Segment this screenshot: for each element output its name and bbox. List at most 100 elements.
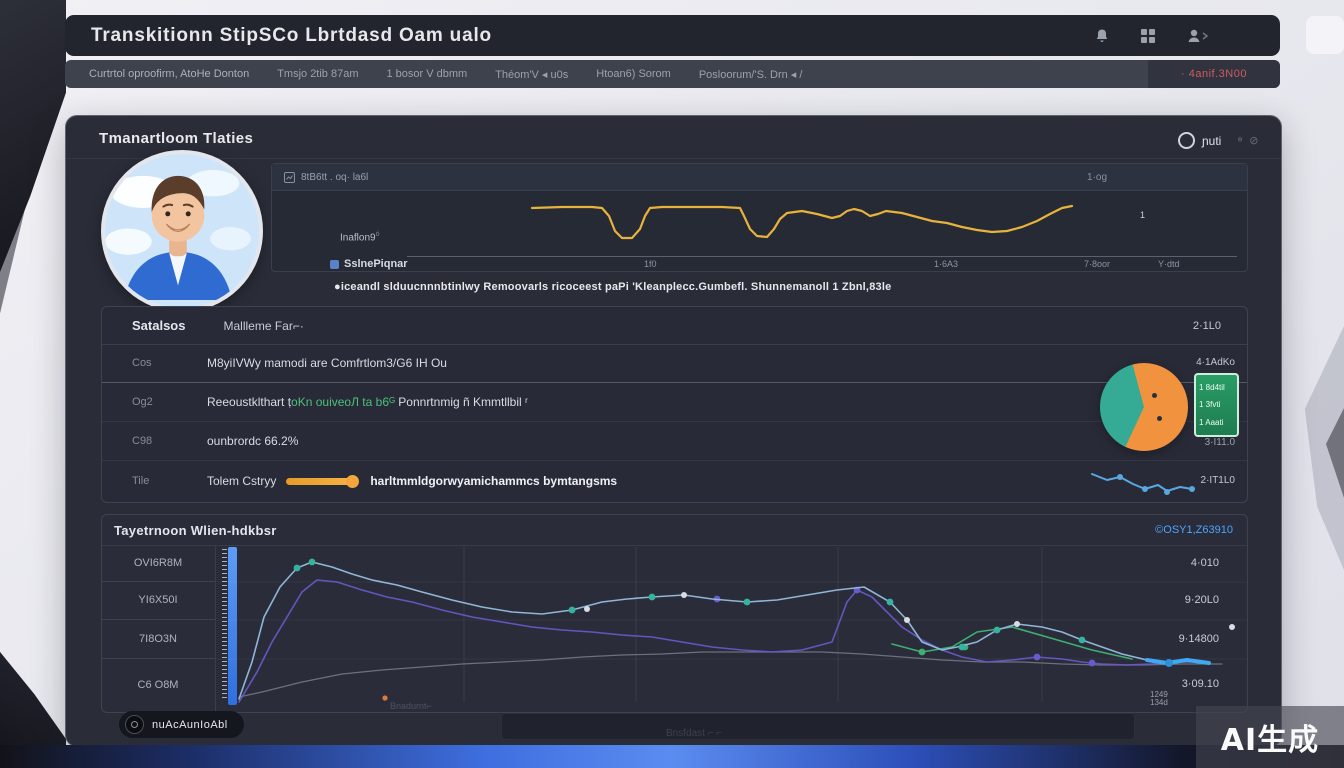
nav-alert-badge: · 4anif.3N00 — [1181, 68, 1247, 80]
refresh-icon — [1178, 132, 1195, 149]
panel-corner-icons[interactable]: ᶱ ⊘ — [1238, 134, 1260, 147]
top-chart-header-right: 1·og — [1087, 172, 1107, 183]
y-axis-label: OVI6R8M — [102, 557, 214, 569]
table-row[interactable]: Og2 Reeoustklthart ṭoKn ouiveoЛ ta b6ᴳ P… — [102, 382, 1247, 421]
y-axis-divider — [102, 581, 215, 582]
corner-values: 1249134d — [1150, 691, 1168, 707]
avatar — [101, 150, 263, 312]
bottom-chart-link[interactable]: ©OSY1,Z63910 — [1155, 524, 1233, 536]
avatar-photo — [105, 154, 251, 300]
x-tick-label: 7·8oor — [1084, 259, 1110, 269]
table-row[interactable]: Tile Tolem Cstryy harltmmldgorwyamichamm… — [102, 460, 1247, 502]
grid-icon[interactable] — [1140, 28, 1156, 44]
top-chart-axis — [407, 256, 1237, 257]
footer-faint-text: Bnsfdast ⌐ ⌐ — [666, 728, 722, 739]
right-value: 4·010 — [1191, 557, 1219, 569]
row-key: Cos — [132, 357, 207, 369]
top-chart-label-group: 8tB6tt . oq· la6l — [284, 172, 368, 183]
row-text: ounbrordc 66.2% — [207, 434, 298, 448]
nav-item-3[interactable]: Théom'V ◂ u0s — [481, 68, 582, 81]
x-tick-label: 1·6A3 — [934, 259, 958, 269]
right-value: 9·14800 — [1179, 633, 1219, 645]
legend-primary-sup: ó — [376, 231, 380, 238]
row-text: Reeoustklthart ṭoKn ouiveoЛ ta b6ᴳ Ponnr… — [207, 395, 528, 409]
bell-icon[interactable] — [1094, 28, 1110, 44]
top-chart-point-label: 1 — [1140, 210, 1145, 220]
nav-item-4[interactable]: Htoan6) Sorom — [582, 68, 685, 80]
side-value-top: 4·1AdKo — [1196, 357, 1235, 368]
row-key: Og2 — [132, 396, 207, 408]
top-chart-header: 8tB6tt . oq· la6l 1·og — [272, 164, 1247, 191]
panel-title: Tmanartloom Tlaties — [99, 130, 253, 147]
refresh-label: ɲuti — [1202, 134, 1221, 148]
row-text: Tolem Cstryy — [207, 474, 276, 488]
stats-subtitle[interactable]: Mallleme Far⌐· — [223, 319, 303, 333]
y-axis-label: YI6X50I — [102, 594, 214, 606]
user-icon[interactable] — [1186, 28, 1210, 44]
ai-watermark: AI生成 — [1196, 706, 1344, 768]
footer-pill-button[interactable]: nuAcAunIoAbl — [119, 711, 244, 738]
y-axis-divider — [102, 658, 215, 659]
main-panel: Tmanartloom Tlaties ɲuti ᶱ ⊘ — [65, 115, 1282, 747]
pie-legend: 1 8d4til 1 3fvti 1 Aaati — [1194, 373, 1239, 437]
side-value-bottom: 2·IT1L0 — [1201, 475, 1235, 486]
nav-item-1[interactable]: Tmsjo 2tib 87am — [263, 68, 372, 80]
axis-separator — [215, 546, 216, 712]
app-title: Transkitionn StipSCo Lbrtdasd Oam ualo — [91, 25, 492, 47]
nav-badge-container[interactable]: · 4anif.3N00 — [1148, 60, 1280, 88]
y-axis-label: 7I8O3N — [102, 633, 214, 645]
app-header: Transkitionn StipSCo Lbrtdasd Oam ualo — [65, 15, 1280, 56]
stats-table-header: Satalsos Mallleme Far⌐· 2·1L0 — [102, 307, 1247, 345]
nav-item-2[interactable]: 1 bosor V dbmm — [373, 68, 482, 80]
row-text-green: oKn ouiveoЛ ta b6ᴳ — [291, 395, 395, 409]
chart-caption: ●iceandl slduucnnnbtinlwy Remoovarls ric… — [334, 281, 891, 293]
x-tick-label: 1f0 — [644, 259, 657, 269]
legend-primary: Inaflon9ó — [340, 231, 380, 243]
bottom-chart-header: Tayetrnoon Wlien-hdkbsr ©OSY1,Z63910 — [102, 515, 1247, 546]
bottom-chart-title: Tayetrnoon Wlien-hdkbsr — [114, 523, 277, 538]
table-row[interactable]: C98 ounbrordc 66.2% — [102, 421, 1247, 460]
table-row[interactable]: Cos M8yiIVWy mamodi are Comfrtlom3/G6 IH… — [102, 344, 1247, 382]
stats-title: Satalsos — [132, 318, 185, 333]
bottom-gradient-bar — [0, 745, 1344, 768]
x-axis-hint: Bnadurnt⌐ — [390, 701, 432, 711]
pie-chart[interactable] — [1100, 363, 1188, 451]
side-value-mid: 3·I11.0 — [1205, 437, 1235, 448]
page: Transkitionn StipSCo Lbrtdasd Oam ualo C… — [0, 0, 1344, 768]
progress-bar — [286, 478, 352, 485]
legend-secondary[interactable]: SslnePiqnar — [330, 258, 408, 270]
nav-bar: Curtrtol oproofirm, AtoHe Donton Tmsjo 2… — [65, 60, 1280, 88]
stats-table: Satalsos Mallleme Far⌐· 2·1L0 Cos M8yiIV… — [101, 306, 1248, 503]
footer-pill-label: nuAcAunIoAbl — [152, 719, 228, 731]
multi-line-chart[interactable] — [217, 547, 1247, 705]
footer-input[interactable] — [501, 713, 1135, 740]
row-text: M8yiIVWy mamodi are Comfrtlom3/G6 IH Ou — [207, 356, 447, 370]
x-tick-label: Y·dtd — [1158, 259, 1180, 269]
panel-header-divider — [66, 158, 1281, 159]
y-axis-label: C6 O8M — [102, 679, 214, 691]
refresh-control[interactable]: ɲuti — [1178, 132, 1221, 149]
row-key: Tile — [132, 475, 207, 487]
legend-secondary-label: SslnePiqnar — [344, 258, 408, 270]
top-chart-card: 8tB6tt . oq· la6l 1·og 1f0 1·6A3 7·8oor Y·d… — [271, 163, 1248, 272]
top-right-card — [1306, 16, 1344, 54]
corner-facet-top-left — [0, 0, 66, 272]
row-key: C98 — [132, 435, 207, 447]
pie-legend-item: 1 8d4til — [1199, 383, 1234, 392]
right-value: 9·20L0 — [1185, 594, 1219, 606]
bottom-chart-card: Tayetrnoon Wlien-hdkbsr ©OSY1,Z63910 OVI… — [101, 514, 1248, 713]
pie-dot — [1157, 416, 1162, 421]
pie-dot — [1152, 393, 1157, 398]
nav-item-5[interactable]: Posloorum/'S. Drn ◂ / — [685, 68, 817, 81]
chart-icon — [284, 172, 295, 183]
top-chart-title: 8tB6tt . oq· la6l — [301, 172, 368, 183]
right-value: 3·09.10 — [1182, 678, 1219, 690]
stats-header-value: 2·1L0 — [1193, 320, 1221, 332]
pie-legend-item: 1 Aaati — [1199, 418, 1234, 427]
top-line-chart[interactable] — [272, 191, 1247, 247]
legend-swatch-icon — [330, 260, 339, 269]
pie-legend-item: 1 3fvti — [1199, 400, 1234, 409]
row-bold-text: harltmmldgorwyamichammcs bymtangsms — [370, 474, 617, 488]
record-icon — [125, 715, 144, 734]
nav-item-0[interactable]: Curtrtol oproofirm, AtoHe Donton — [75, 68, 263, 80]
